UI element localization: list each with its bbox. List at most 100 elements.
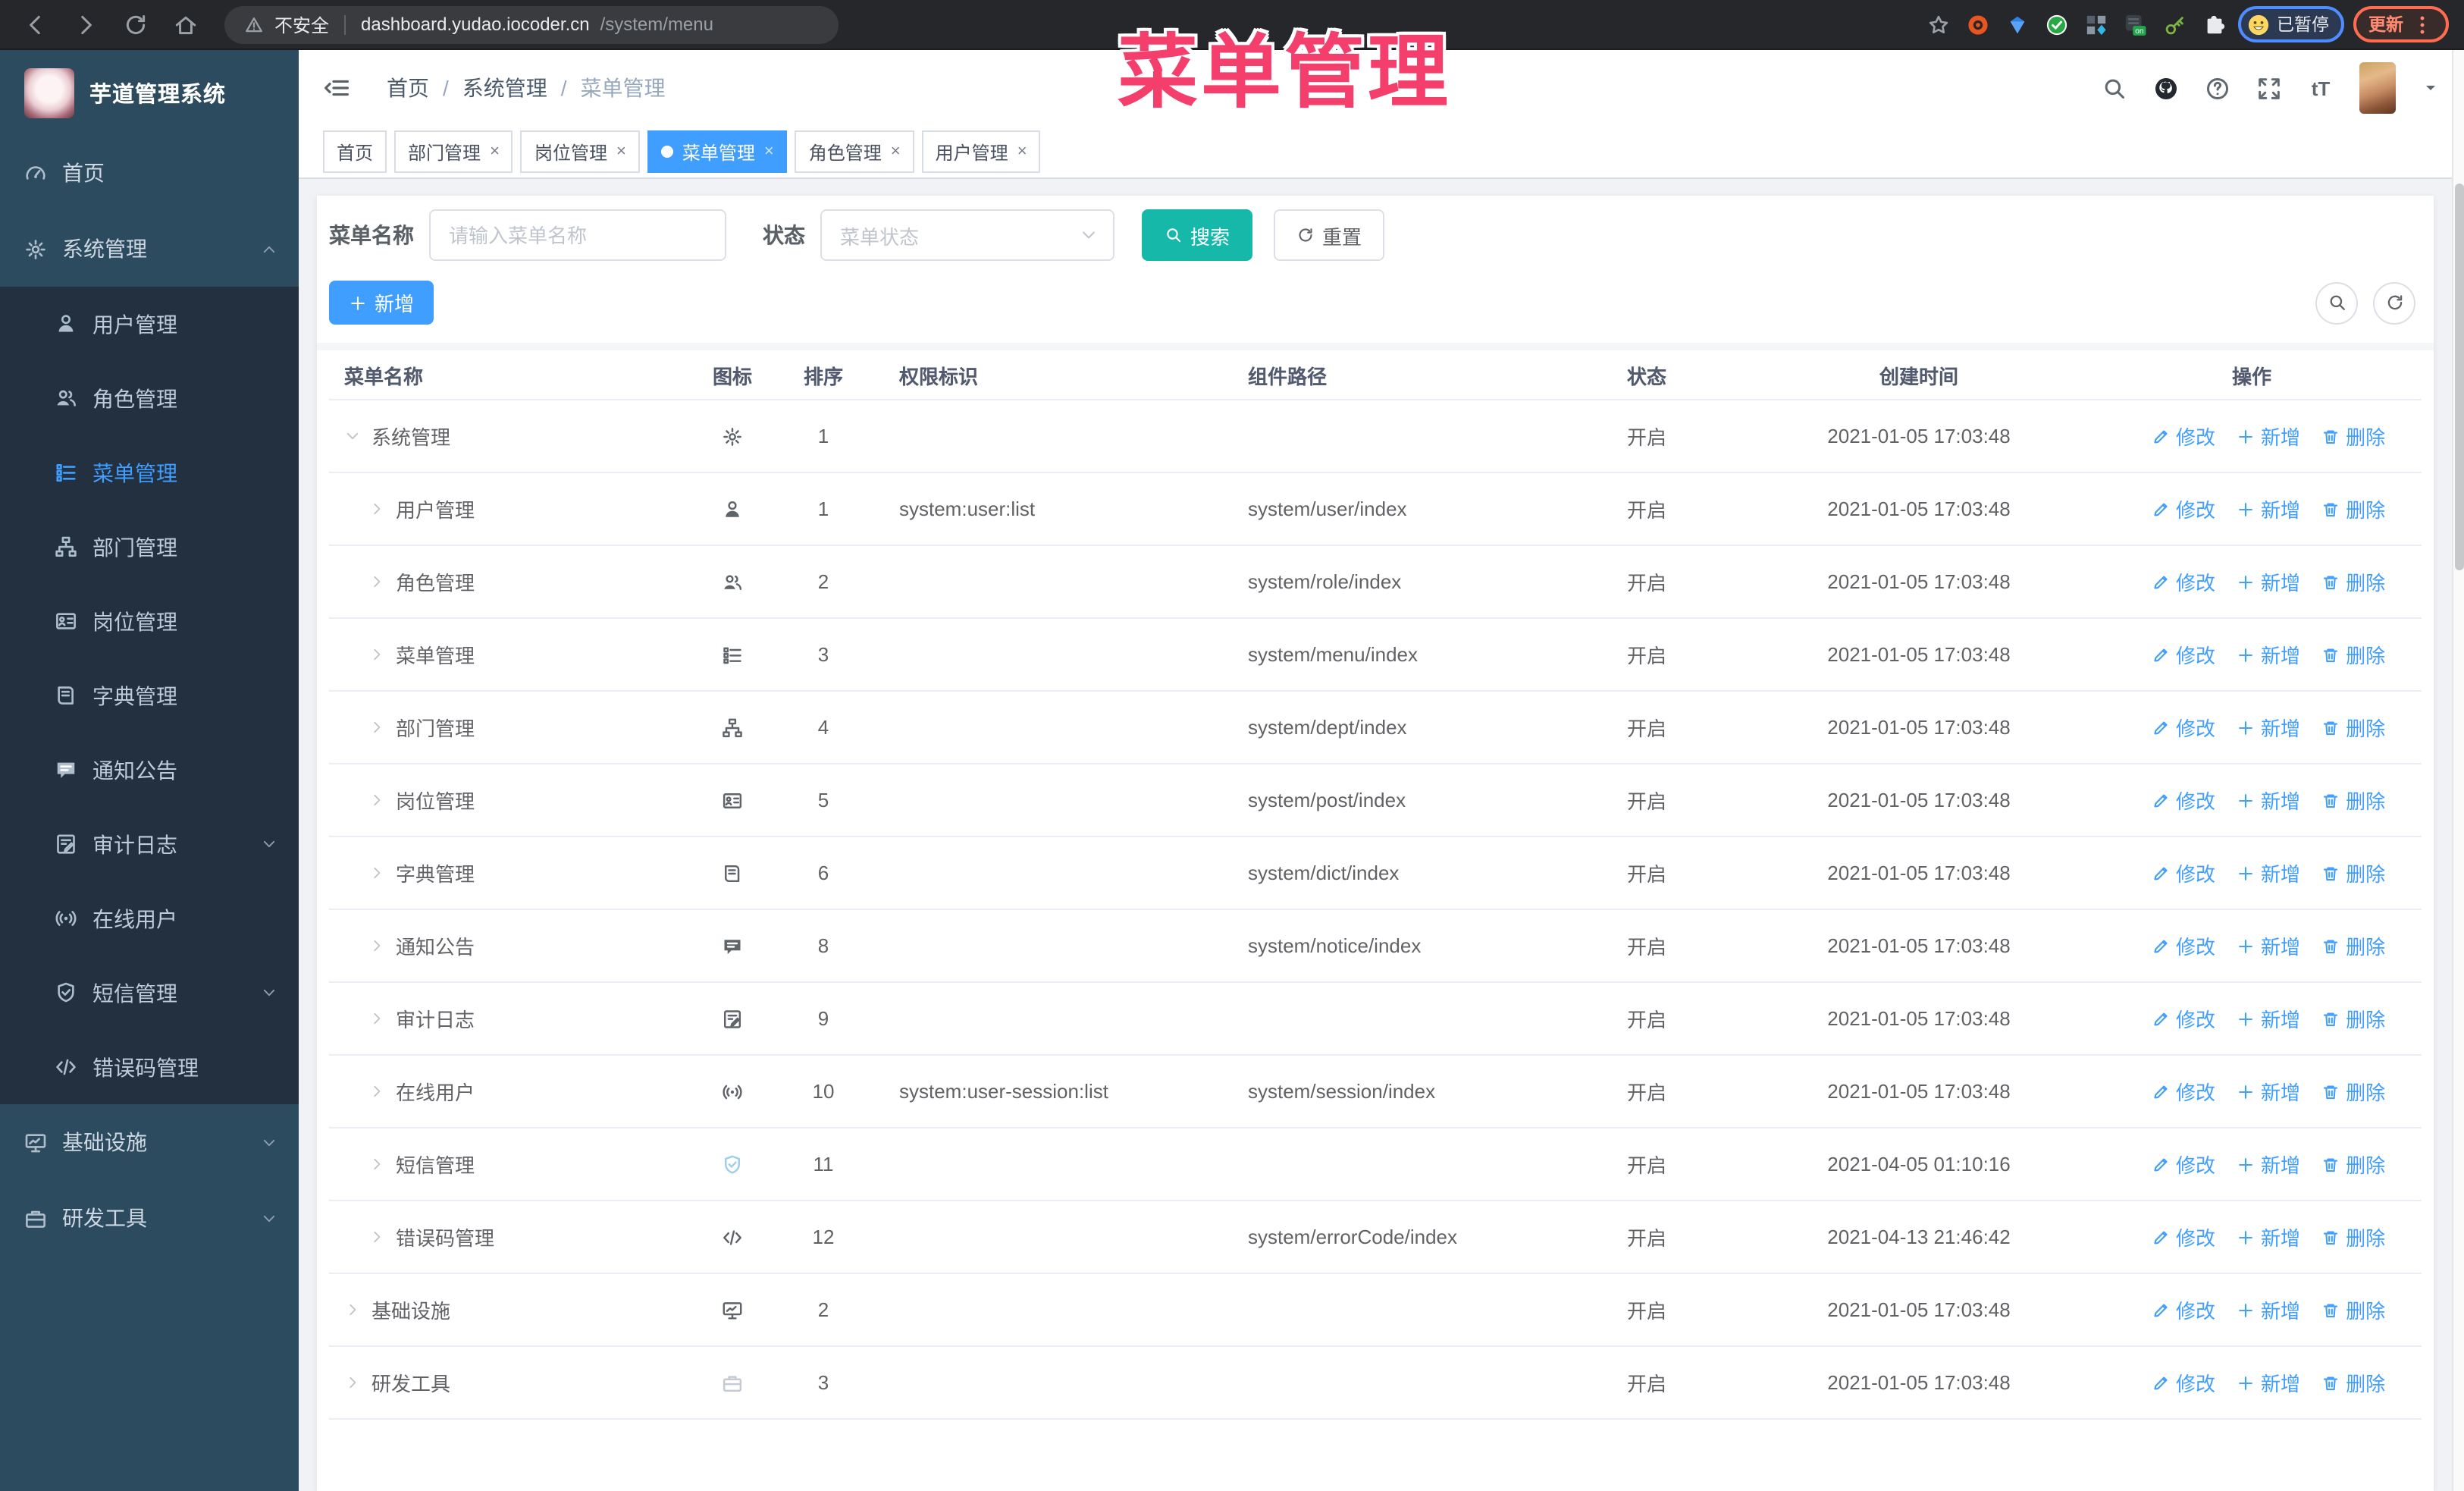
sidebar-item-通知公告[interactable]: 通知公告 (0, 733, 299, 807)
delete-link[interactable]: 删除 (2321, 494, 2385, 523)
add-link[interactable]: 新增 (2237, 713, 2300, 742)
tab-close-icon[interactable]: × (616, 143, 626, 160)
collapse-icon[interactable] (344, 428, 361, 444)
delete-link[interactable]: 删除 (2321, 1223, 2385, 1251)
app-logo[interactable]: 芋道管理系统 (0, 50, 299, 135)
edit-link[interactable]: 修改 (2152, 859, 2215, 887)
tab-部门管理[interactable]: 部门管理 × (394, 130, 513, 173)
add-link[interactable]: 新增 (2237, 1295, 2300, 1324)
breadcrumb-system[interactable]: 系统管理 (462, 73, 547, 103)
delete-link[interactable]: 删除 (2321, 786, 2385, 815)
tab-close-icon[interactable]: × (891, 143, 901, 160)
delete-link[interactable]: 删除 (2321, 1077, 2385, 1106)
sidebar-item-短信管理[interactable]: 短信管理 (0, 956, 299, 1030)
edit-link[interactable]: 修改 (2152, 1150, 2215, 1179)
edit-link[interactable]: 修改 (2152, 494, 2215, 523)
tab-首页[interactable]: 首页 (323, 130, 387, 173)
expand-icon[interactable] (368, 1010, 385, 1027)
tab-菜单管理[interactable]: 菜单管理 × (647, 130, 788, 173)
add-button[interactable]: 新增 (329, 281, 434, 325)
delete-link[interactable]: 删除 (2321, 931, 2385, 960)
expand-icon[interactable] (368, 792, 385, 808)
sidebar-item-菜单管理[interactable]: 菜单管理 (0, 435, 299, 510)
menu-name-input[interactable] (429, 209, 726, 261)
sidebar-item-用户管理[interactable]: 用户管理 (0, 287, 299, 361)
sidebar-item-基础设施[interactable]: 基础设施 (0, 1104, 299, 1180)
grid-diamond-icon[interactable] (2084, 13, 2107, 36)
search-button[interactable]: 搜索 (1142, 209, 1253, 261)
key-icon[interactable] (2163, 13, 2186, 36)
refresh-table-button[interactable] (2373, 281, 2415, 324)
update-button[interactable]: 更新 (2353, 6, 2449, 42)
add-link[interactable]: 新增 (2237, 1223, 2300, 1251)
add-link[interactable]: 新增 (2237, 786, 2300, 815)
sidebar-item-在线用户[interactable]: 在线用户 (0, 881, 299, 956)
sidebar-item-首页[interactable]: 首页 (0, 135, 299, 211)
scrollbar-thumb[interactable] (2455, 184, 2464, 570)
avatar[interactable] (2359, 62, 2396, 114)
url-bar[interactable]: 不安全 dashboard.yudao.iocoder.cn/system/me… (224, 5, 839, 43)
page-scrollbar[interactable] (2452, 50, 2464, 1491)
breadcrumb-home[interactable]: 首页 (387, 73, 429, 103)
github-icon[interactable] (2153, 75, 2179, 101)
add-link[interactable]: 新增 (2237, 640, 2300, 669)
add-link[interactable]: 新增 (2237, 1368, 2300, 1397)
tab-close-icon[interactable]: × (490, 143, 500, 160)
delete-link[interactable]: 删除 (2321, 1295, 2385, 1324)
add-link[interactable]: 新增 (2237, 859, 2300, 887)
expand-icon[interactable] (368, 1083, 385, 1100)
reset-button[interactable]: 重置 (1274, 209, 1385, 261)
tab-close-icon[interactable]: × (764, 143, 774, 160)
toggle-search-button[interactable] (2315, 281, 2358, 324)
delete-link[interactable]: 删除 (2321, 713, 2385, 742)
expand-icon[interactable] (368, 1156, 385, 1172)
edit-link[interactable]: 修改 (2152, 713, 2215, 742)
tab-close-icon[interactable]: × (1017, 143, 1027, 160)
home-icon[interactable] (173, 11, 199, 37)
edit-link[interactable]: 修改 (2152, 1295, 2215, 1324)
on-badge-icon[interactable]: on (2124, 13, 2146, 36)
edit-link[interactable]: 修改 (2152, 1004, 2215, 1033)
add-link[interactable]: 新增 (2237, 494, 2300, 523)
add-link[interactable]: 新增 (2237, 1077, 2300, 1106)
edit-link[interactable]: 修改 (2152, 640, 2215, 669)
expand-icon[interactable] (368, 937, 385, 954)
expand-icon[interactable] (368, 573, 385, 590)
add-link[interactable]: 新增 (2237, 931, 2300, 960)
avatar-caret-icon[interactable] (2422, 79, 2440, 97)
expand-icon[interactable] (368, 646, 385, 663)
delete-link[interactable]: 删除 (2321, 567, 2385, 596)
sidebar-item-错误码管理[interactable]: 错误码管理 (0, 1030, 299, 1104)
add-link[interactable]: 新增 (2237, 1150, 2300, 1179)
expand-icon[interactable] (344, 1301, 361, 1318)
browser-menu-icon[interactable] (2411, 13, 2434, 36)
expand-icon[interactable] (368, 865, 385, 881)
edit-link[interactable]: 修改 (2152, 931, 2215, 960)
sidebar-item-系统管理[interactable]: 系统管理 (0, 211, 299, 287)
expand-icon[interactable] (368, 719, 385, 736)
expand-icon[interactable] (368, 501, 385, 517)
delete-link[interactable]: 删除 (2321, 859, 2385, 887)
delete-link[interactable]: 删除 (2321, 1004, 2385, 1033)
sidebar-item-研发工具[interactable]: 研发工具 (0, 1180, 299, 1256)
edit-link[interactable]: 修改 (2152, 1223, 2215, 1251)
fontsize-icon[interactable]: tT (2308, 75, 2334, 101)
fullscreen-icon[interactable] (2256, 75, 2282, 101)
sidebar-item-岗位管理[interactable]: 岗位管理 (0, 584, 299, 658)
header-search-icon[interactable] (2102, 75, 2127, 101)
tab-岗位管理[interactable]: 岗位管理 × (520, 130, 640, 173)
paused-badge[interactable]: 已暂停 (2237, 6, 2344, 42)
tab-角色管理[interactable]: 角色管理 × (795, 130, 914, 173)
sidebar-item-字典管理[interactable]: 字典管理 (0, 658, 299, 733)
edit-link[interactable]: 修改 (2152, 422, 2215, 450)
delete-link[interactable]: 删除 (2321, 422, 2385, 450)
help-icon[interactable] (2205, 75, 2230, 101)
status-select[interactable]: 菜单状态 (820, 209, 1114, 261)
ubuntu-circle-icon[interactable] (1966, 13, 1989, 36)
sidebar-item-审计日志[interactable]: 审计日志 (0, 807, 299, 881)
puzzle-icon[interactable] (2202, 13, 2225, 36)
add-link[interactable]: 新增 (2237, 567, 2300, 596)
edit-link[interactable]: 修改 (2152, 1077, 2215, 1106)
bookmark-star-icon[interactable] (1926, 13, 1949, 36)
hamburger-icon[interactable] (323, 74, 350, 102)
